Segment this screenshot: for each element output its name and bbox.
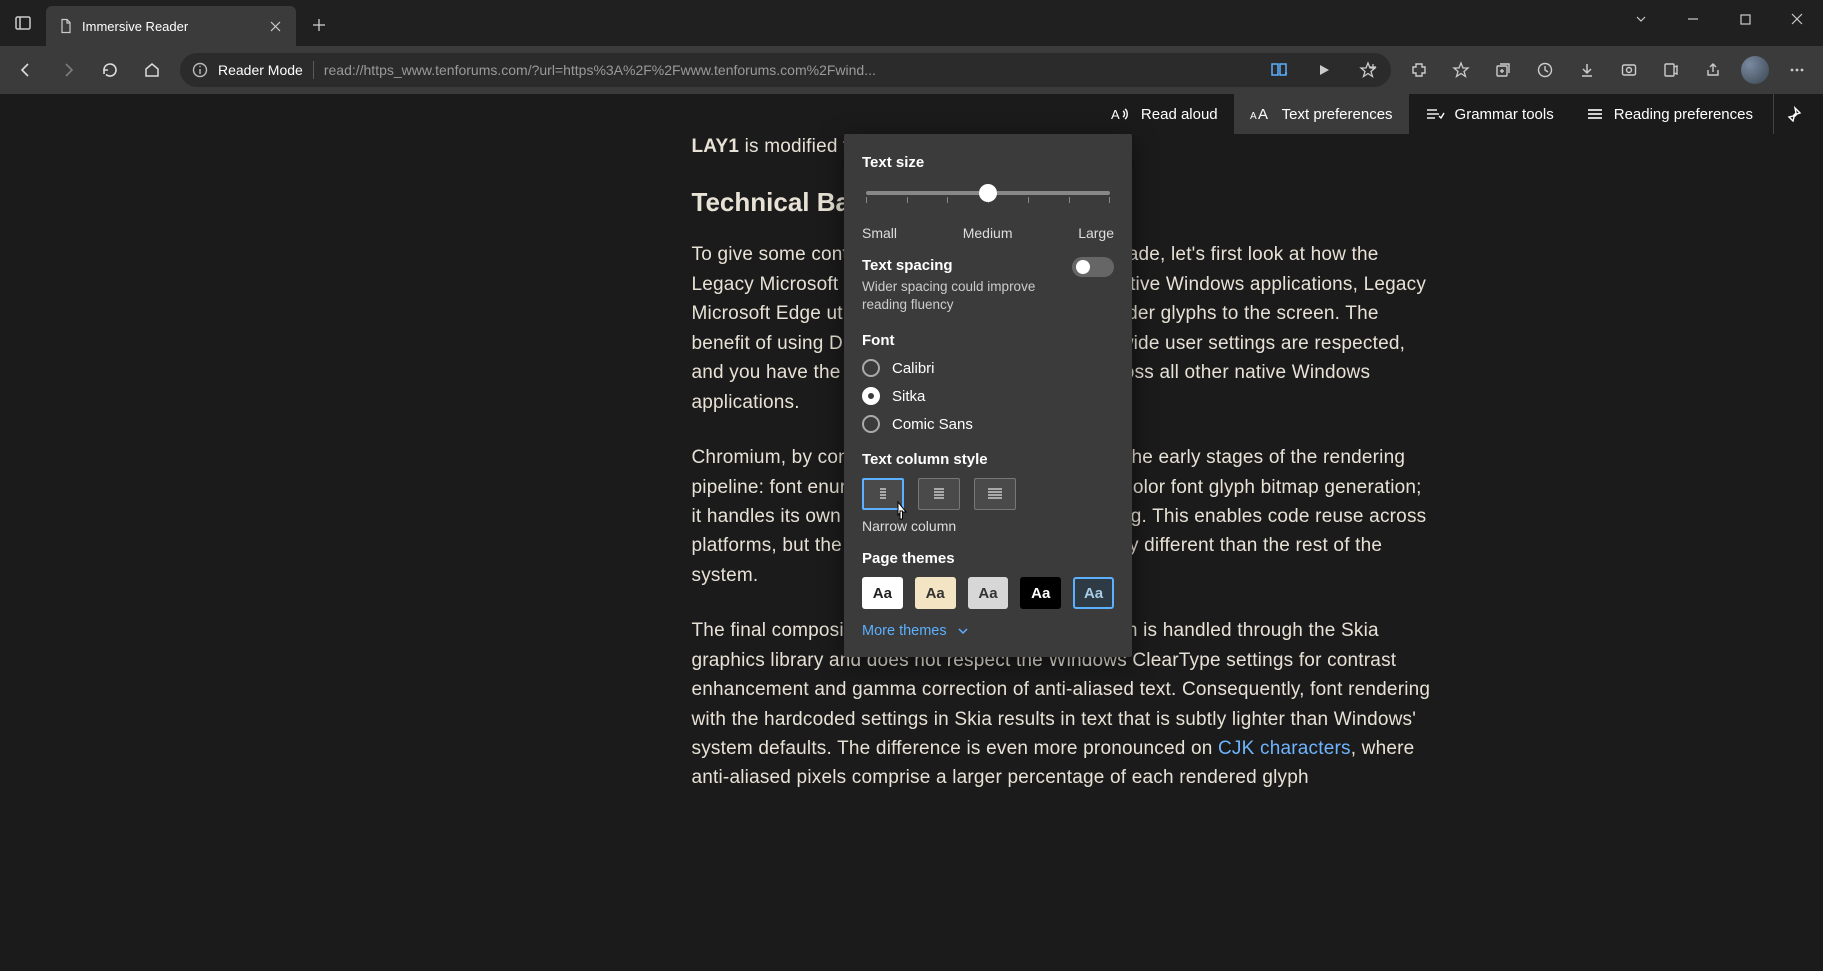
text-spacing-hint: Wider spacing could improve reading flue… (862, 278, 1062, 314)
slider-thumb[interactable] (979, 184, 997, 202)
tab-title: Immersive Reader (82, 19, 256, 34)
separator (313, 61, 314, 79)
page-themes-label: Page themes (862, 550, 1114, 567)
share-button[interactable] (1693, 50, 1733, 90)
radio-icon (862, 387, 880, 405)
reader-mode-label: Reader Mode (218, 62, 303, 78)
collections-button[interactable] (1483, 50, 1523, 90)
address-bar[interactable]: Reader Mode read://https_www.tenforums.c… (180, 53, 1391, 87)
maximize-button[interactable] (1719, 0, 1771, 38)
minimize-button[interactable] (1667, 0, 1719, 38)
site-info-icon[interactable] (192, 62, 208, 78)
theme-white[interactable]: Aa (862, 577, 903, 609)
favorites-button[interactable] (1441, 50, 1481, 90)
text-size-label: Text size (862, 154, 1114, 171)
font-option-calibri[interactable]: Calibri (862, 359, 1114, 377)
url-text: read://https_www.tenforums.com/?url=http… (324, 62, 1253, 78)
code-term: LAY1 (692, 136, 740, 157)
new-tab-button[interactable] (302, 8, 336, 42)
back-button[interactable] (6, 50, 46, 90)
radio-icon (862, 415, 880, 433)
radio-icon (862, 359, 880, 377)
chevron-down-icon (957, 625, 969, 637)
slider-label-medium: Medium (963, 225, 1013, 241)
theme-grey[interactable]: Aa (968, 577, 1009, 609)
document-icon (58, 18, 74, 34)
settings-menu-button[interactable] (1777, 50, 1817, 90)
tab-close-button[interactable] (264, 15, 286, 37)
slider-label-small: Small (862, 225, 897, 241)
close-window-button[interactable] (1771, 0, 1823, 38)
column-narrow-button[interactable] (862, 478, 904, 510)
font-label: Font (862, 332, 1114, 349)
profile-avatar[interactable] (1741, 56, 1769, 84)
text-spacing-toggle[interactable] (1072, 257, 1114, 277)
column-medium-button[interactable] (918, 478, 960, 510)
text-preferences-panel: Text size Small Medium Large Text spacin… (844, 134, 1132, 657)
screenshot-button[interactable] (1609, 50, 1649, 90)
home-button[interactable] (132, 50, 172, 90)
font-option-sitka[interactable]: Sitka (862, 387, 1114, 405)
forward-button[interactable] (48, 50, 88, 90)
article-link[interactable]: CJK characters (1218, 738, 1351, 759)
column-wide-button[interactable] (974, 478, 1016, 510)
text-size-slider[interactable] (862, 181, 1114, 223)
theme-dark-blue[interactable]: Aa (1073, 577, 1114, 609)
theme-black[interactable]: Aa (1020, 577, 1061, 609)
font-option-comic-sans[interactable]: Comic Sans (862, 415, 1114, 433)
text-spacing-label: Text spacing (862, 257, 1062, 274)
refresh-button[interactable] (90, 50, 130, 90)
downloads-button[interactable] (1567, 50, 1607, 90)
web-capture-button[interactable] (1651, 50, 1691, 90)
theme-sepia[interactable]: Aa (915, 577, 956, 609)
favorite-button[interactable] (1351, 55, 1385, 85)
browser-tab[interactable]: Immersive Reader (46, 6, 296, 46)
tab-actions-button[interactable] (0, 0, 46, 46)
extensions-button[interactable] (1399, 50, 1439, 90)
tab-dropdown-button[interactable] (1615, 0, 1667, 38)
more-themes-button[interactable]: More themes (862, 623, 1114, 639)
column-style-label: Text column style (862, 451, 1114, 468)
media-button[interactable] (1307, 55, 1341, 85)
slider-label-large: Large (1078, 225, 1114, 241)
immersive-reader-icon[interactable] (1263, 55, 1297, 85)
history-button[interactable] (1525, 50, 1565, 90)
column-caption: Narrow column (862, 518, 1114, 534)
